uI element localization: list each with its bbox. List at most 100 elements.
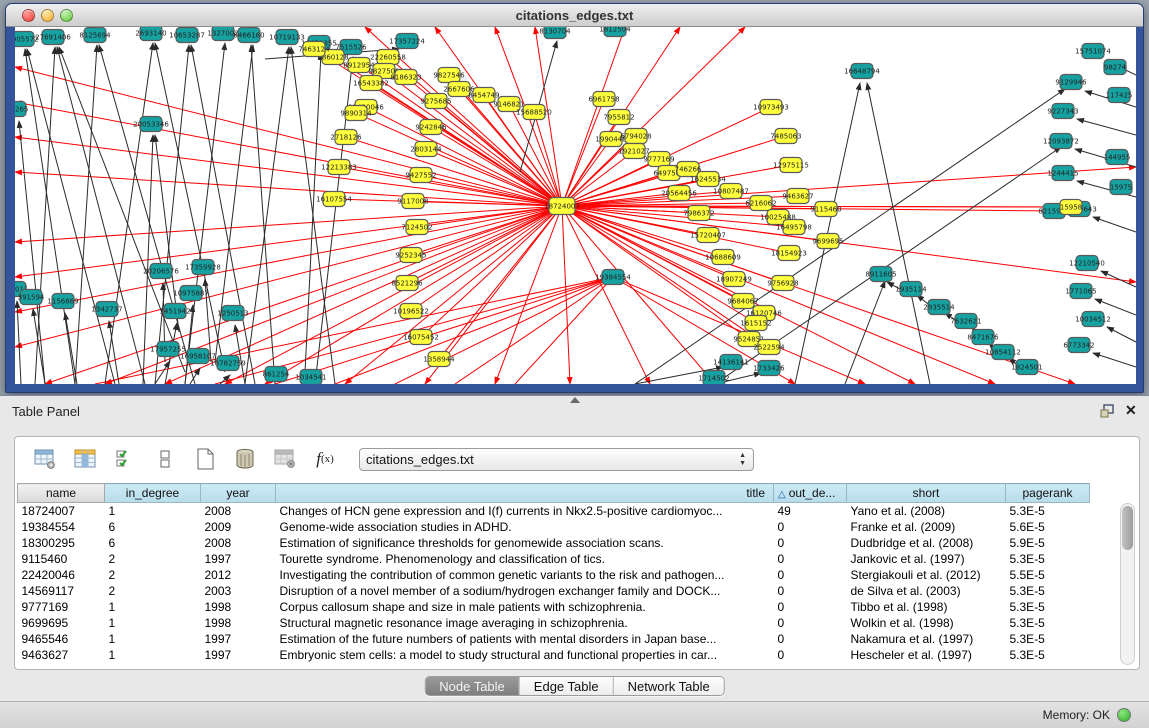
table-scrollbar-thumb[interactable] [1122,506,1133,550]
svg-text:10034512: 10034512 [1075,316,1111,324]
table-cell: 2 [105,583,201,599]
svg-text:16107554: 16107554 [316,196,352,204]
close-window-button[interactable] [22,9,35,22]
status-bar: Memory: OK [0,701,1149,728]
table-cell: 1997 [201,647,276,663]
table-row[interactable]: 946554611997Estimation of the future num… [18,631,1090,647]
table-cell: Corpus callosum shape and size in male p… [276,599,774,615]
table-cell: Estimation of the future numbers of pati… [276,631,774,647]
row-mode-icon[interactable] [153,447,177,471]
column-header-name[interactable]: name [18,484,105,503]
table-cell: 1 [105,503,201,519]
svg-text:9117008: 9117008 [397,198,428,206]
svg-text:12213383: 12213383 [321,164,357,172]
table-cell: 1997 [201,631,276,647]
table-tabs: Node TableEdge TableNetwork Table [424,676,725,696]
new-column-icon[interactable] [193,447,217,471]
tab-network-table[interactable]: Network Table [613,677,724,695]
table-row[interactable]: 1456911722003Disruption of a novel membe… [18,583,1090,599]
table-cell: Tibbo et al. (1998) [847,599,1006,615]
svg-text:9115460: 9115460 [810,206,841,214]
svg-text:6961758: 6961758 [588,96,619,104]
column-header-year[interactable]: year [201,484,276,503]
svg-text:12210540: 12210540 [1069,260,1105,268]
tab-node-table[interactable]: Node Table [425,677,519,695]
minimize-window-button[interactable] [41,9,54,22]
column-header-pagerank[interactable]: pagerank [1006,484,1090,503]
svg-text:2803144: 2803144 [410,146,442,154]
table-cell: Structural magnetic resonance image aver… [276,615,774,631]
svg-text:1714502: 1714502 [698,375,729,383]
svg-text:2718126: 2718126 [330,134,362,142]
network-canvas[interactable]: 1905572276914068125694269314010653287132… [15,27,1136,384]
delete-table-icon[interactable] [273,447,297,471]
svg-text:9827546: 9827546 [433,72,465,80]
column-visibility-icon[interactable] [73,447,97,471]
zoom-window-button[interactable] [60,9,73,22]
table-cell: 2008 [201,535,276,551]
tab-edge-table[interactable]: Edge Table [519,677,613,695]
svg-text:6466160: 6466160 [233,32,264,40]
svg-text:7124502: 7124502 [401,224,432,232]
column-header-short[interactable]: short [847,484,1006,503]
table-row[interactable]: 977716911998Corpus callosum shape and si… [18,599,1090,615]
table-cell: 6 [105,535,201,551]
svg-text:20206576: 20206576 [143,268,179,276]
svg-text:1244415: 1244415 [1047,170,1078,178]
table-row[interactable]: 946362711997Embryonic stem cells: a mode… [18,647,1090,663]
svg-text:17357224: 17357224 [389,38,425,46]
svg-text:98274: 98274 [1104,64,1127,72]
svg-text:2935514: 2935514 [923,304,955,312]
svg-text:9252345: 9252345 [395,252,426,260]
svg-text:20053346: 20053346 [133,121,169,129]
svg-text:16782759: 16782759 [210,360,246,368]
table-mode-icon[interactable] [33,447,57,471]
table-row[interactable]: 2242004622012Investigating the contribut… [18,567,1090,583]
delete-column-icon[interactable] [233,447,257,471]
column-header-in_degree[interactable]: in_degree [105,484,201,503]
table-selector-dropdown[interactable]: citations_edges.txt ▲▼ [359,448,754,471]
svg-text:1935114: 1935114 [895,286,927,294]
svg-text:8454749: 8454749 [468,92,499,100]
table-row[interactable]: 1938455462009Genome-wide association stu… [18,519,1090,535]
network-window: citations_edges.txt 19055722769140681256… [5,3,1144,393]
table-cell: Dudbridge et al. (2008) [847,535,1006,551]
panel-resize-grip-icon[interactable] [570,397,580,403]
svg-text:1771065: 1771065 [1065,288,1096,296]
table-cell: 0 [774,615,847,631]
svg-text:2522594: 2522594 [753,344,785,352]
table-row[interactable]: 911546021997Tourette syndrome. Phenomeno… [18,551,1090,567]
table-cell: 1998 [201,599,276,615]
table-scrollbar[interactable] [1120,503,1135,665]
svg-text:18154923: 18154923 [771,250,807,258]
function-builder-icon[interactable]: f(x) [313,447,337,471]
dropdown-arrows-icon: ▲▼ [739,452,746,468]
table-cell: Disruption of a novel member of a sodium… [276,583,774,599]
table-cell: 1 [105,615,201,631]
svg-text:16495798: 16495798 [776,224,812,232]
table-cell: Stergiakouli et al. (2012) [847,567,1006,583]
table-cell: 5.3E-5 [1006,599,1090,615]
column-header-out_de[interactable]: △out_de... [774,484,847,503]
svg-text:10807487: 10807487 [713,188,749,196]
close-panel-icon[interactable]: ✕ [1125,402,1137,418]
table-row[interactable]: 1872400712008Changes of HCN gene express… [18,503,1090,519]
sort-ascending-icon: △ [778,489,786,500]
column-header-title[interactable]: title [276,484,774,503]
table-row[interactable]: 1830029562008Estimation of significance … [18,535,1090,551]
table-row[interactable]: 969969511998Structural magnetic resonanc… [18,615,1090,631]
svg-text:7485063: 7485063 [770,133,801,141]
table-cell: Tourette syndrome. Phenomenology and cla… [276,551,774,567]
table-cell: 9465546 [18,631,105,647]
memory-ok-indicator-icon [1117,708,1131,722]
column-select-icon[interactable] [113,447,137,471]
svg-text:1156869: 1156869 [47,298,78,306]
window-titlebar[interactable]: citations_edges.txt [6,4,1143,27]
svg-text:8521296: 8521296 [391,280,423,288]
float-panel-icon[interactable] [1100,404,1115,418]
svg-text:6794028: 6794028 [620,133,651,141]
window-title: citations_edges.txt [6,4,1143,27]
table-cell: Franke et al. (2009) [847,519,1006,535]
svg-text:117425: 117425 [1106,92,1133,100]
svg-text:10653287: 10653287 [169,32,205,40]
